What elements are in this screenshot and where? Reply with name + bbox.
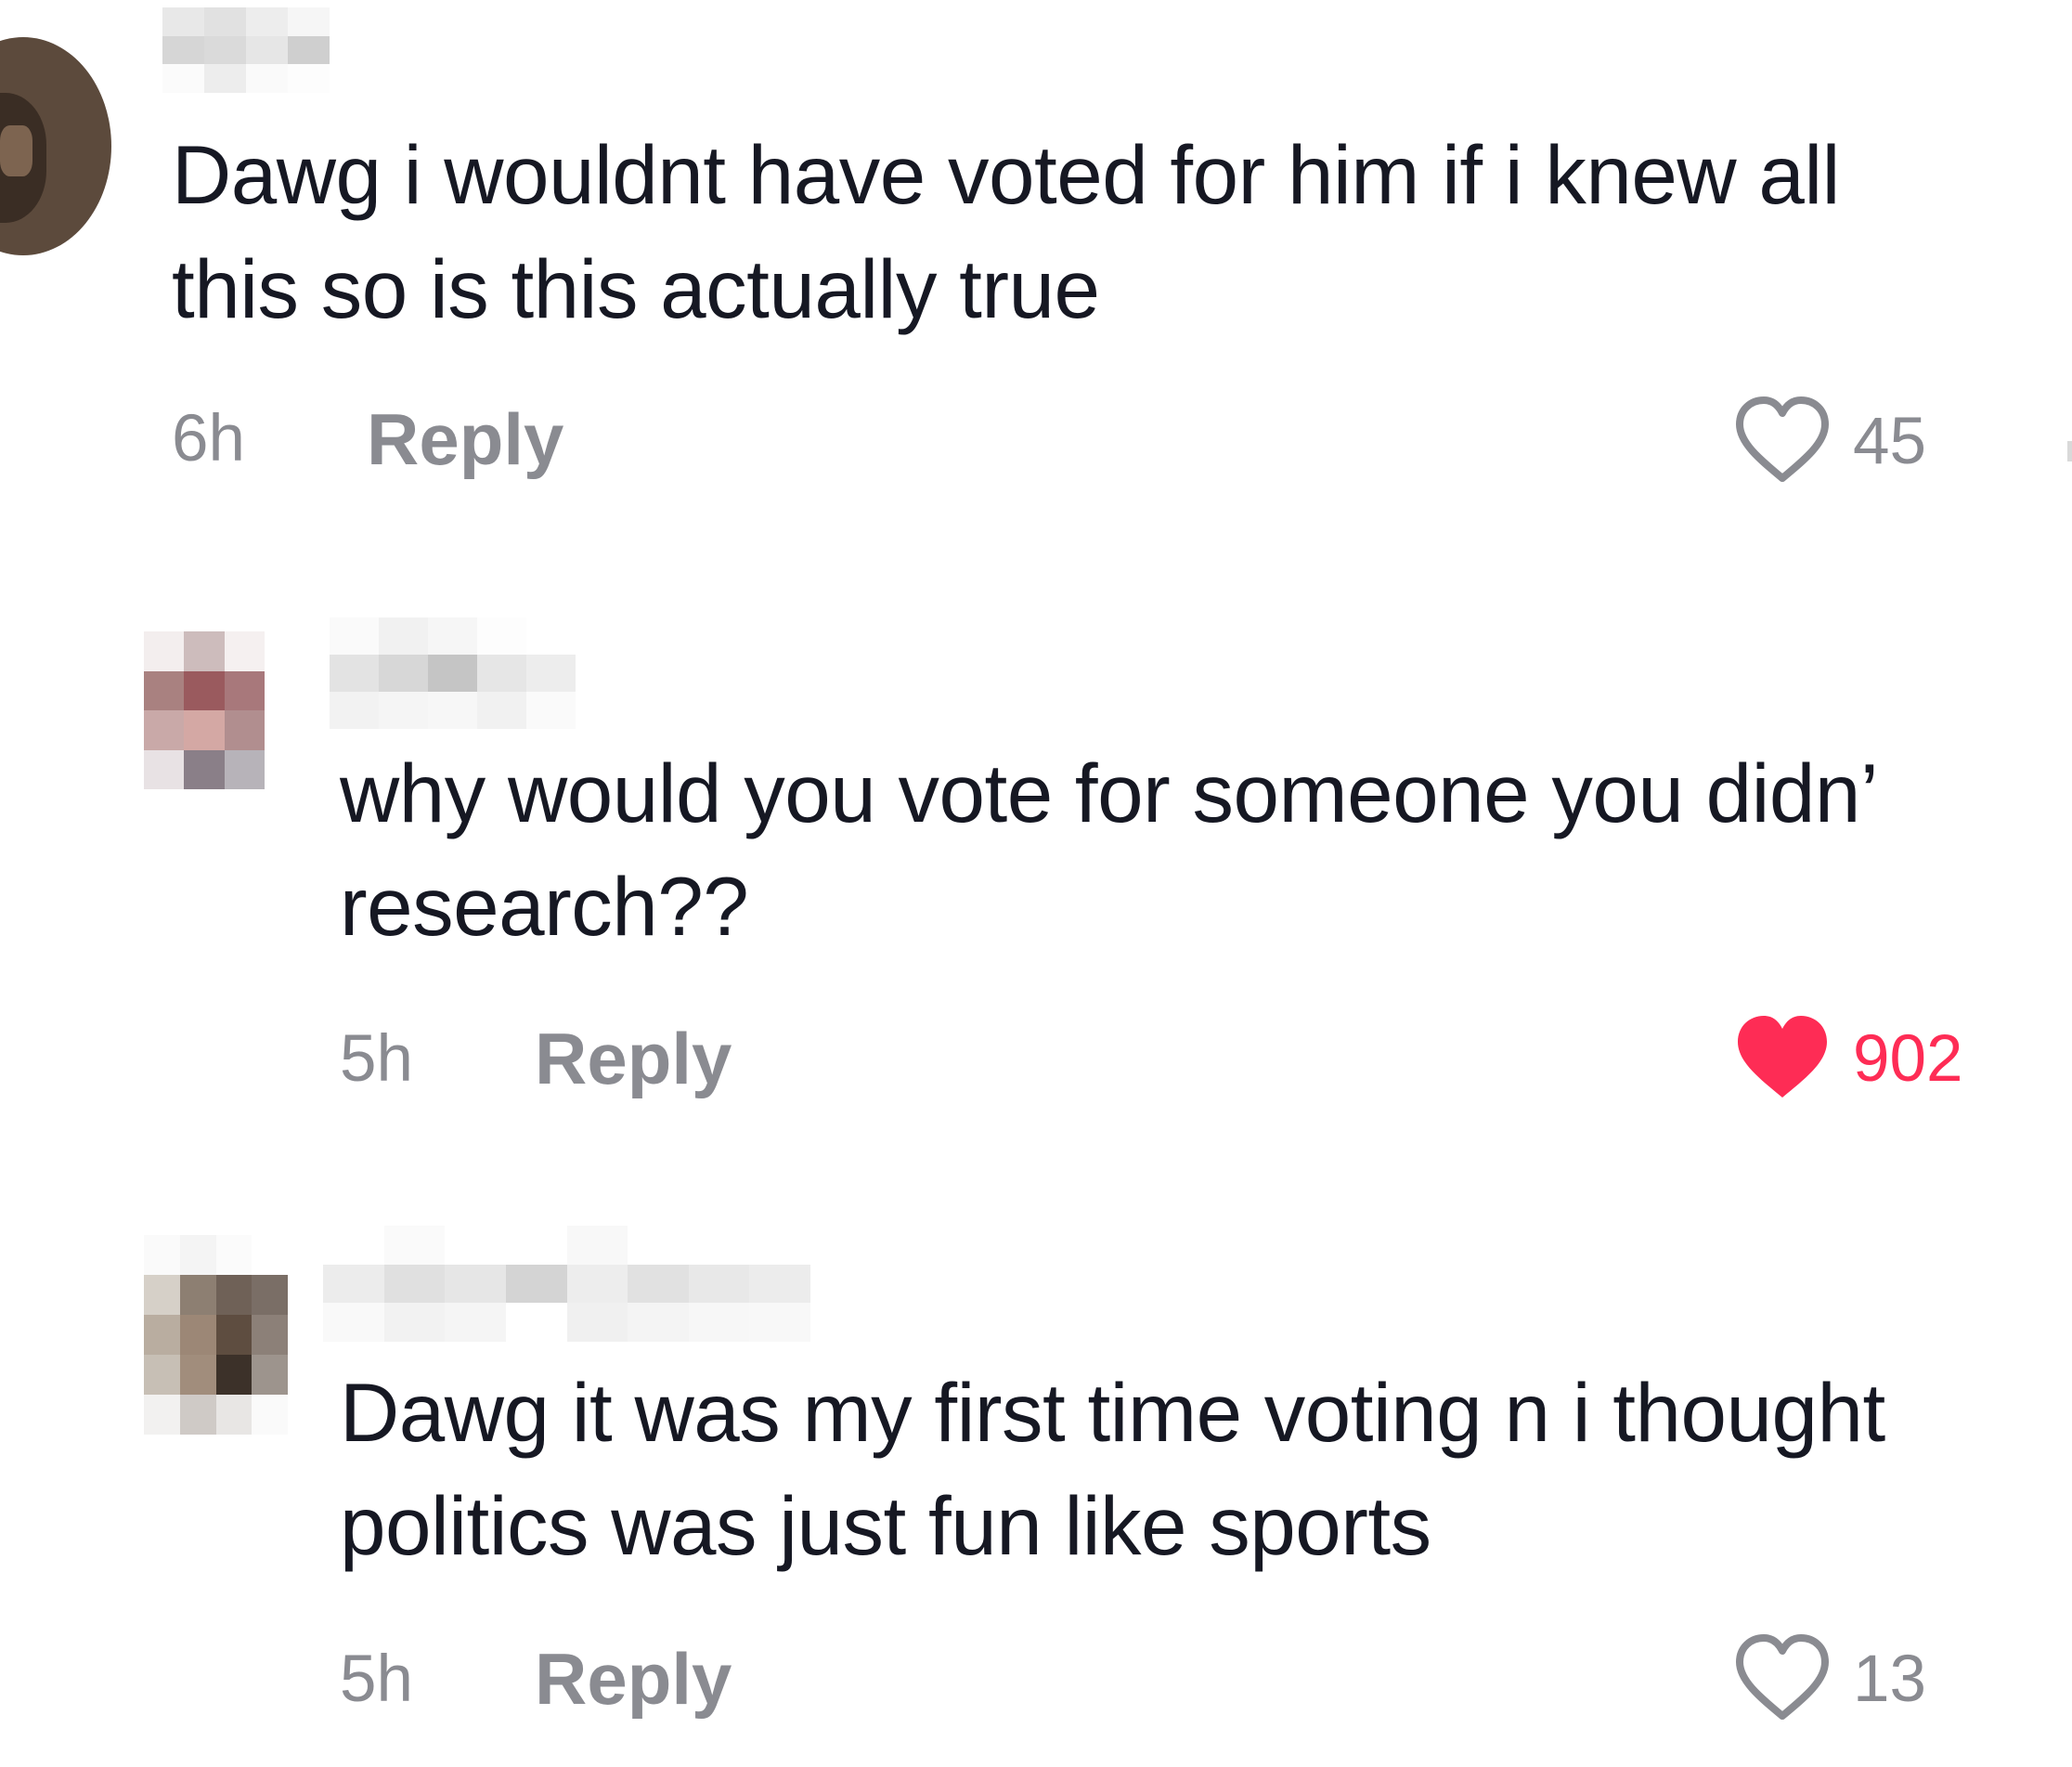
comment-item: Dawg it was my first time voting n i tho… (0, 0, 2072, 1767)
comment-timestamp: 5h (340, 1643, 413, 1716)
comment-text-line2: politics was just fun like sports (340, 1479, 1431, 1572)
username-blurred[interactable] (323, 1226, 810, 1342)
avatar[interactable] (144, 1235, 288, 1435)
like-count: 13 (1853, 1643, 1926, 1716)
comment-text-line1: Dawg it was my first time voting n i tho… (340, 1366, 1885, 1459)
heart-outline-icon[interactable] (1732, 1632, 1832, 1725)
reply-button[interactable]: Reply (535, 1637, 732, 1722)
